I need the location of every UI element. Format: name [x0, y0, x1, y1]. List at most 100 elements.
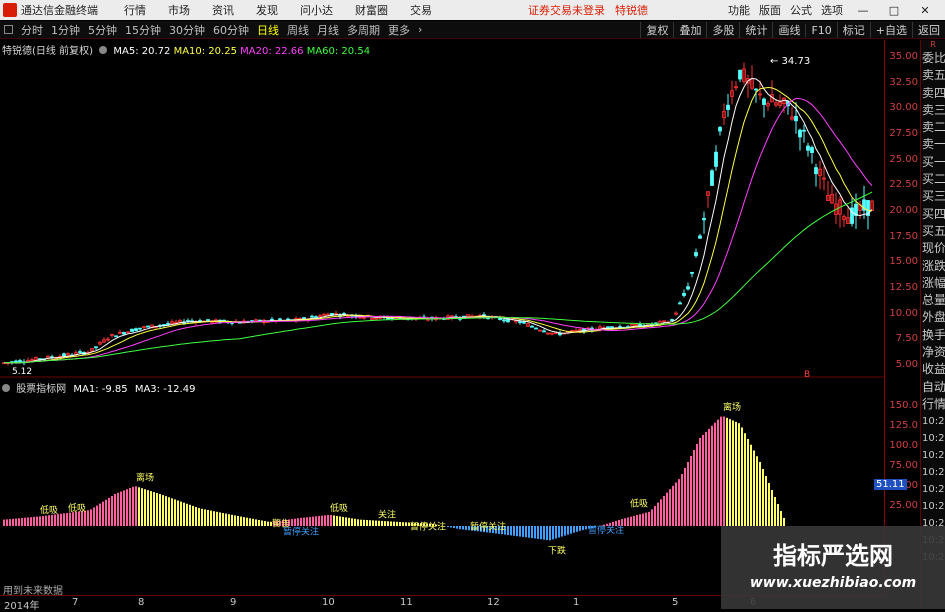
side-item[interactable]: 卖四 [921, 85, 945, 102]
side-item[interactable]: 买二 [921, 171, 945, 188]
period-multi[interactable]: 多周期 [343, 22, 384, 38]
side-item[interactable]: 涨幅 [921, 275, 945, 292]
back-button[interactable]: 返回 [912, 22, 945, 38]
x-tick: 12 [487, 597, 500, 608]
login-notice[interactable]: 证券交易未登录 [528, 2, 605, 18]
period-5min[interactable]: 5分钟 [84, 22, 121, 38]
side-item[interactable]: 卖二 [921, 119, 945, 136]
period-30min[interactable]: 30分钟 [165, 22, 209, 38]
menu-trade[interactable]: 交易 [410, 2, 432, 18]
candle-body [714, 151, 718, 167]
period-more[interactable]: 更多 [384, 22, 414, 38]
side-item[interactable]: 卖一 [921, 136, 945, 153]
candle-body [810, 147, 814, 153]
draw-line-button[interactable]: 画线 [772, 22, 805, 38]
toggle-panel-icon[interactable] [4, 25, 13, 34]
menu-ask[interactable]: 问小达 [300, 2, 333, 18]
stats-button[interactable]: 统计 [739, 22, 772, 38]
candle-body [762, 98, 766, 105]
menu-wealth[interactable]: 财富圈 [355, 2, 388, 18]
side-extra[interactable]: 行情 [921, 396, 945, 413]
side-item[interactable]: 收益 [921, 361, 945, 378]
side-extra[interactable]: 自动 [921, 379, 945, 396]
side-item[interactable]: 委比 [921, 50, 945, 67]
side-item[interactable]: 外盘 [921, 309, 945, 326]
side-item[interactable]: 卖五 [921, 67, 945, 84]
y-tick: 22.50 [889, 179, 918, 191]
indicator-name[interactable]: 股票指标网 [16, 384, 66, 395]
side-time: 10:26 [922, 501, 945, 513]
main-y-axis: 35.00 32.50 30.00 27.50 25.00 22.50 20.00 17.50… [884, 40, 920, 380]
y-tick: 5.00 [895, 359, 918, 370]
overlay-button[interactable]: 叠加 [673, 22, 706, 38]
close-icon[interactable]: ✕ [914, 4, 936, 17]
x-tick: 7 [72, 597, 79, 608]
candle-body [694, 252, 698, 257]
settings-dot-icon[interactable] [99, 46, 108, 54]
candle-body [542, 330, 546, 333]
period-toolbar: 分时 1分钟 5分钟 15分钟 30分钟 60分钟 日线 周线 月线 多周期 更… [0, 21, 945, 39]
watermark: 指标严选网 www.xuezhibiao.com [721, 526, 945, 609]
y-tick: 32.50 [889, 76, 918, 88]
side-item[interactable]: 卖三 [921, 102, 945, 119]
side-item[interactable]: 买一 [921, 154, 945, 171]
menu-quotes[interactable]: 行情 [124, 2, 146, 18]
ma10-line [3, 86, 873, 364]
maximize-icon[interactable]: □ [883, 4, 905, 17]
menu-function[interactable]: 功能 [728, 2, 750, 18]
candle-body [794, 115, 798, 122]
chevron-right-icon[interactable]: › [414, 23, 426, 36]
adjust-button[interactable]: 复权 [640, 22, 673, 38]
candle-body [534, 327, 538, 330]
f10-button[interactable]: F10 [805, 23, 836, 37]
y-tick: 7.50 [895, 333, 918, 345]
period-1min[interactable]: 1分钟 [47, 22, 84, 38]
candle-body [18, 360, 22, 363]
indicator-annotation: 暂停关注 [410, 521, 446, 533]
indicator-annotation: 低吸 [630, 497, 648, 509]
indicator-annotation: 暂停关注 [283, 525, 319, 537]
y-tick: 100.0 [889, 440, 918, 451]
side-item[interactable]: 现价 [921, 240, 945, 257]
side-item[interactable]: 买三 [921, 188, 945, 205]
candle-body [806, 145, 810, 151]
side-item[interactable]: 买四 [921, 206, 945, 223]
mark-button[interactable]: 标记 [836, 22, 870, 38]
period-weekly[interactable]: 周线 [283, 22, 313, 38]
menu-options[interactable]: 选项 [821, 2, 843, 18]
y-tick: 30.00 [889, 102, 918, 114]
menu-layout[interactable]: 版面 [759, 2, 781, 18]
period-daily[interactable]: 日线 [253, 22, 283, 38]
y-tick: 75.00 [889, 460, 918, 471]
y-tick: 25.00 [889, 153, 918, 165]
period-15min[interactable]: 15分钟 [121, 22, 165, 38]
candle-body [698, 235, 702, 239]
indicator-annotation: 下跌 [548, 546, 566, 557]
y-tick: 25.00 [889, 500, 918, 511]
menu-market[interactable]: 市场 [168, 2, 190, 18]
minimize-icon[interactable]: — [852, 4, 874, 17]
y-tick: 27.50 [889, 128, 918, 139]
side-item[interactable]: 涨跌 [921, 258, 945, 275]
indicator-annotation: 暂停关注 [588, 524, 624, 536]
menu-news[interactable]: 资讯 [212, 2, 234, 18]
side-time: 10:26 [922, 416, 945, 428]
x-tick: 5 [672, 597, 679, 608]
multi-stock-button[interactable]: 多股 [706, 22, 739, 38]
indicator-settings-icon[interactable] [2, 384, 10, 392]
ma60-line [3, 191, 873, 364]
kline-chart[interactable]: ← 34.735.12 B离场离场低吸 低吸 低吸关注警告暂停关注 暂停关注 暂停关注下跌… [0, 40, 884, 595]
period-monthly[interactable]: 月线 [313, 22, 343, 38]
menu-discover[interactable]: 发现 [256, 2, 278, 18]
add-watchlist-button[interactable]: +自选 [869, 22, 912, 38]
period-intraday[interactable]: 分时 [17, 22, 47, 38]
period-60min[interactable]: 60分钟 [209, 22, 253, 38]
side-item[interactable]: 净资 [921, 344, 945, 361]
side-item[interactable]: 总量 [921, 292, 945, 309]
menu-formula[interactable]: 公式 [790, 2, 812, 18]
candle-body [94, 346, 98, 349]
side-time: 10:26 [922, 450, 945, 462]
side-item[interactable]: 买五 [921, 223, 945, 240]
side-item[interactable]: 换手 [921, 327, 945, 344]
buy-marker: B [804, 370, 810, 380]
